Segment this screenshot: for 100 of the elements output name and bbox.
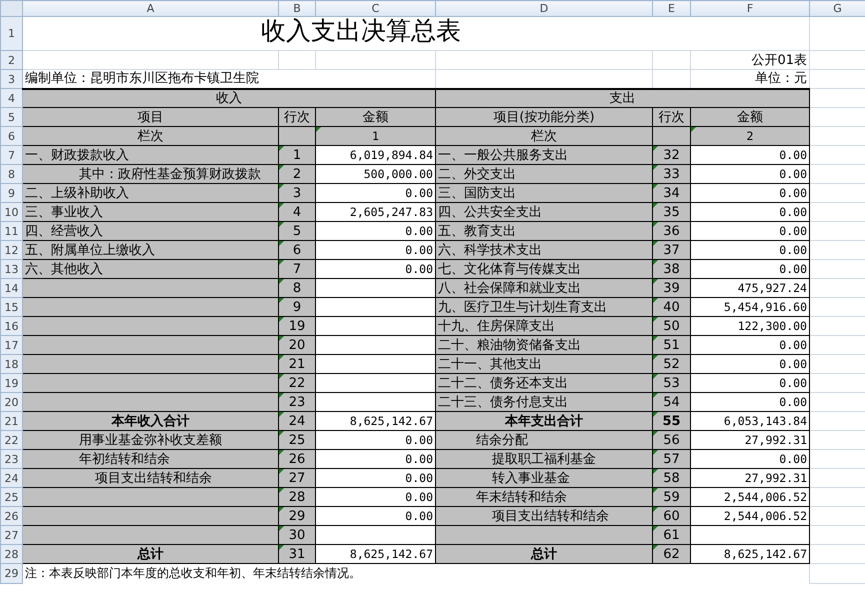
row-header[interactable]: 11 xyxy=(0,222,22,240)
table-cell: 33 xyxy=(652,164,690,184)
table-cell: 年末结转和结余 xyxy=(436,488,652,506)
table-cell: 8,625,142.67 xyxy=(690,544,810,564)
row-header[interactable]: 23 xyxy=(0,450,22,468)
table-cell: 1 xyxy=(316,126,436,146)
table-cell: 六、科学技术支出 xyxy=(436,240,652,260)
table-cell: 四、公共安全支出 xyxy=(436,202,652,222)
table-cell: 28 xyxy=(278,488,316,506)
table-cell: 30 xyxy=(278,526,316,544)
table-cell: 0.00 xyxy=(316,450,436,468)
table-cell: 0.00 xyxy=(690,164,810,184)
table-cell: 27,992.31 xyxy=(690,430,810,450)
row-header[interactable]: 13 xyxy=(0,260,22,278)
table-cell: 24 xyxy=(278,412,316,430)
table-cell: 2,605,247.83 xyxy=(316,202,436,222)
table-cell: 6,019,894.84 xyxy=(316,146,436,164)
table-cell: 2,544,006.52 xyxy=(690,506,810,526)
table-cell: 提取职工福利基金 xyxy=(436,450,652,468)
table-cell: 其中：政府性基金预算财政拨款 xyxy=(22,164,278,184)
row-header[interactable]: 4 xyxy=(0,88,22,108)
table-cell: 本年支出合计 xyxy=(436,412,652,430)
row-header[interactable]: 28 xyxy=(0,544,22,564)
table-cell: 九、医疗卫生与计划生育支出 xyxy=(436,298,652,316)
row-header[interactable]: 18 xyxy=(0,354,22,374)
column-header[interactable]: A xyxy=(22,0,278,16)
row-header[interactable]: 29 xyxy=(0,564,22,584)
row-header[interactable]: 6 xyxy=(0,126,22,146)
table-cell: 0.00 xyxy=(316,430,436,450)
table-cell: 三、国防支出 xyxy=(436,184,652,202)
table-cell: 1 xyxy=(278,146,316,164)
table-cell: 56 xyxy=(652,430,690,450)
table-cell: 122,300.00 xyxy=(690,316,810,336)
table-cell: 0.00 xyxy=(690,146,810,164)
table-cell: 34 xyxy=(652,184,690,202)
table-cell: 0.00 xyxy=(690,354,810,374)
table-cell: 0.00 xyxy=(316,488,436,506)
column-header[interactable]: E xyxy=(652,0,690,16)
row-header[interactable]: 17 xyxy=(0,336,22,354)
table-cell: 5 xyxy=(278,222,316,240)
column-header[interactable]: B xyxy=(278,0,316,16)
table-cell: 9 xyxy=(278,298,316,316)
column-header[interactable]: F xyxy=(690,0,810,16)
table-cell: 0.00 xyxy=(690,260,810,278)
row-header[interactable]: 14 xyxy=(0,278,22,298)
row-header[interactable]: 26 xyxy=(0,506,22,526)
row-header[interactable]: 24 xyxy=(0,468,22,488)
row-header[interactable]: 25 xyxy=(0,488,22,506)
row-header[interactable]: 8 xyxy=(0,164,22,184)
row-header[interactable]: 1 xyxy=(0,16,22,50)
column-header[interactable]: D xyxy=(436,0,652,16)
table-cell: 0.00 xyxy=(690,374,810,392)
row-header[interactable]: 16 xyxy=(0,316,22,336)
table-cell: 58 xyxy=(652,468,690,488)
table-cell: 0.00 xyxy=(690,202,810,222)
row-header[interactable]: 2 xyxy=(0,50,22,70)
table-cell: 0.00 xyxy=(690,240,810,260)
row-header[interactable]: 9 xyxy=(0,184,22,202)
table-cell: 一、一般公共服务支出 xyxy=(436,146,652,164)
table-cell: 57 xyxy=(652,450,690,468)
row-header[interactable]: 7 xyxy=(0,146,22,164)
row-header[interactable]: 20 xyxy=(0,392,22,412)
table-cell: 62 xyxy=(652,544,690,564)
table-cell: 36 xyxy=(652,222,690,240)
table-cell: 55 xyxy=(652,412,690,430)
table-cell: 25 xyxy=(278,430,316,450)
row-header[interactable]: 21 xyxy=(0,412,22,430)
table-cell: 53 xyxy=(652,374,690,392)
row-header[interactable]: 12 xyxy=(0,240,22,260)
table-cell: 27 xyxy=(278,468,316,488)
table-cell: 21 xyxy=(278,354,316,374)
form-number: 公开01表 xyxy=(751,52,807,68)
compiling-unit: 编制单位：昆明市东川区拖布卡镇卫生院 xyxy=(25,71,259,86)
table-cell: 四、经营收入 xyxy=(22,222,278,240)
row-header[interactable]: 19 xyxy=(0,374,22,392)
table-cell: 总计 xyxy=(22,544,278,564)
table-cell: 0.00 xyxy=(690,392,810,412)
table-cell: 0.00 xyxy=(690,222,810,240)
table-cell: 6 xyxy=(278,240,316,260)
table-cell: 结余分配 xyxy=(436,430,652,450)
row-header[interactable]: 10 xyxy=(0,202,22,222)
row-header[interactable]: 3 xyxy=(0,70,22,88)
table-cell: 六、其他收入 xyxy=(22,260,278,278)
column-header[interactable]: G xyxy=(810,0,865,16)
table-cell: 2,544,006.52 xyxy=(690,488,810,506)
row-header[interactable]: 15 xyxy=(0,298,22,316)
row-header[interactable]: 27 xyxy=(0,526,22,544)
table-cell: 支出 xyxy=(436,88,810,108)
table-cell: 4 xyxy=(278,202,316,222)
table-cell xyxy=(278,126,316,146)
table-cell: 40 xyxy=(652,298,690,316)
column-header[interactable]: C xyxy=(316,0,436,16)
table-cell: 二十一、其他支出 xyxy=(436,354,652,374)
row-header[interactable]: 5 xyxy=(0,108,22,126)
table-cell: 35 xyxy=(652,202,690,222)
row-header[interactable]: 22 xyxy=(0,430,22,450)
table-cell: 37 xyxy=(652,240,690,260)
table-cell: 22 xyxy=(278,374,316,392)
table-cell: 3 xyxy=(278,184,316,202)
table-cell: 50 xyxy=(652,316,690,336)
